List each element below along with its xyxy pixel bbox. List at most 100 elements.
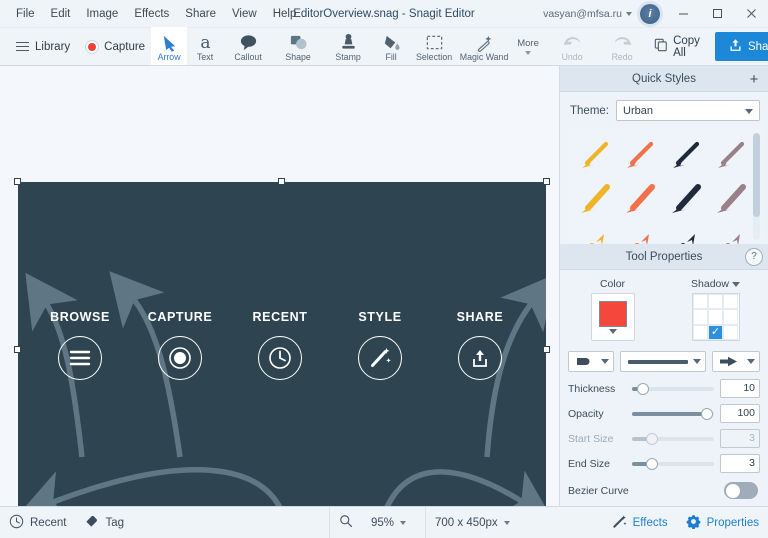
quick-style-swatch[interactable] [663, 179, 707, 221]
chevron-down-icon[interactable] [732, 282, 740, 287]
start-cap-dropdown[interactable] [568, 351, 614, 372]
shadow-cell[interactable] [693, 325, 708, 340]
account-menu[interactable]: vasyan@mfsa.ru [539, 8, 636, 20]
shadow-cell-selected[interactable]: ✓ [708, 325, 723, 340]
add-quick-style-button[interactable]: + [745, 70, 763, 88]
shape-icon [289, 33, 308, 52]
resize-handle-ne[interactable] [543, 178, 550, 185]
recent-button[interactable]: Recent [0, 509, 75, 537]
end-cap-dropdown[interactable] [712, 351, 760, 372]
tool-properties-title: Tool Properties [626, 251, 703, 263]
quick-styles-gallery[interactable] [568, 129, 762, 244]
start-size-slider[interactable] [632, 432, 714, 446]
resize-handle-n[interactable] [278, 178, 285, 185]
menu-item-help[interactable]: Help [265, 4, 305, 24]
opacity-slider[interactable] [632, 407, 714, 421]
more-tools-button[interactable]: More [509, 27, 547, 65]
library-button[interactable]: Library [10, 37, 76, 57]
shadow-cell[interactable] [693, 309, 708, 324]
quick-style-swatch[interactable] [572, 135, 616, 177]
canvas-image[interactable]: BROWSE CAPTURE RECENT [18, 182, 546, 506]
canvas-selection[interactable]: BROWSE CAPTURE RECENT [18, 182, 546, 506]
tool-arrow[interactable]: Arrow [151, 27, 187, 65]
chevron-down-icon [626, 12, 632, 16]
quick-style-swatch[interactable] [663, 135, 707, 177]
shadow-cell[interactable] [723, 325, 738, 340]
slider-knob[interactable] [646, 433, 658, 445]
tool-callout[interactable]: Callout [223, 27, 273, 65]
menu-item-image[interactable]: Image [78, 4, 126, 24]
quick-style-swatch[interactable] [572, 223, 616, 244]
tool-magic-wand[interactable]: Magic Wand [459, 27, 509, 65]
shadow-direction-grid[interactable]: ✓ [692, 293, 740, 341]
capture-button[interactable]: Capture [80, 37, 151, 57]
thickness-slider[interactable] [632, 382, 714, 396]
minimize-button[interactable] [666, 0, 700, 28]
tool-stamp[interactable]: Stamp [323, 27, 373, 65]
canvas-area[interactable]: BROWSE CAPTURE RECENT [0, 66, 560, 506]
quick-styles-scrollbar[interactable] [753, 133, 760, 240]
slider-knob[interactable] [646, 458, 658, 470]
line-style-dropdown[interactable] [620, 351, 706, 372]
menu-item-share[interactable]: Share [177, 4, 224, 24]
opacity-value[interactable]: 100 [720, 404, 760, 423]
tag-label: Tag [105, 517, 124, 529]
properties-button[interactable]: Properties [677, 509, 768, 537]
avatar[interactable]: i [640, 4, 660, 24]
thickness-value[interactable]: 10 [720, 379, 760, 398]
resize-handle-w[interactable] [14, 346, 21, 353]
theme-select[interactable]: Urban [616, 100, 760, 121]
effects-button[interactable]: Effects [603, 509, 677, 537]
canvas-item-recent: RECENT [230, 310, 330, 380]
end-size-value[interactable]: 3 [720, 454, 760, 473]
quick-style-swatch[interactable] [572, 179, 616, 221]
chevron-down-icon [745, 109, 753, 114]
resize-handle-e[interactable] [543, 346, 550, 353]
record-icon [86, 41, 98, 53]
quick-style-swatch[interactable] [709, 179, 753, 221]
tool-selection[interactable]: Selection [409, 27, 459, 65]
quick-style-swatch[interactable] [618, 223, 662, 244]
scrollbar-thumb[interactable] [753, 133, 760, 217]
library-label: Library [35, 41, 70, 53]
shadow-cell[interactable] [723, 294, 738, 309]
shadow-cell[interactable] [723, 309, 738, 324]
end-size-row: End Size 3 [560, 451, 768, 476]
resize-handle-nw[interactable] [14, 178, 21, 185]
tag-button[interactable]: Tag [75, 509, 133, 537]
menu-item-effects[interactable]: Effects [126, 4, 177, 24]
quick-styles-title: Quick Styles [632, 73, 696, 85]
canvas-size-dropdown[interactable]: 700 x 450px [426, 512, 519, 534]
tool-text[interactable]: a Text [187, 27, 223, 65]
quick-style-swatch[interactable] [618, 135, 662, 177]
menu-item-file[interactable]: File [8, 4, 43, 24]
share-button[interactable]: Share [715, 32, 768, 61]
color-picker-button[interactable] [591, 293, 635, 341]
tool-shape[interactable]: Shape [273, 27, 323, 65]
quick-style-swatch[interactable] [663, 223, 707, 244]
quick-style-swatch[interactable] [709, 135, 753, 177]
shadow-cell[interactable] [708, 294, 723, 309]
undo-button[interactable]: Undo [547, 27, 597, 65]
shadow-cell[interactable] [693, 294, 708, 309]
menu-item-edit[interactable]: Edit [43, 4, 79, 24]
bezier-curve-toggle[interactable] [724, 482, 758, 499]
help-button[interactable]: ? [745, 248, 763, 266]
end-size-slider[interactable] [632, 457, 714, 471]
maximize-button[interactable] [700, 0, 734, 28]
shadow-cell[interactable] [708, 309, 723, 324]
quick-style-swatch[interactable] [709, 223, 753, 244]
share-button-label: Share [748, 41, 768, 53]
slider-knob[interactable] [637, 383, 649, 395]
zoom-search-button[interactable] [330, 509, 362, 536]
quick-style-swatch[interactable] [618, 179, 662, 221]
redo-button[interactable]: Redo [597, 27, 647, 65]
quick-styles-grid [568, 129, 762, 244]
slider-knob[interactable] [701, 408, 713, 420]
zoom-level-dropdown[interactable]: 95% [362, 512, 415, 534]
copy-all-button[interactable]: Copy All [647, 30, 707, 64]
close-button[interactable] [734, 0, 768, 28]
tool-fill[interactable]: Fill [373, 27, 409, 65]
menu-item-view[interactable]: View [224, 4, 265, 24]
chevron-down-icon [747, 359, 755, 364]
